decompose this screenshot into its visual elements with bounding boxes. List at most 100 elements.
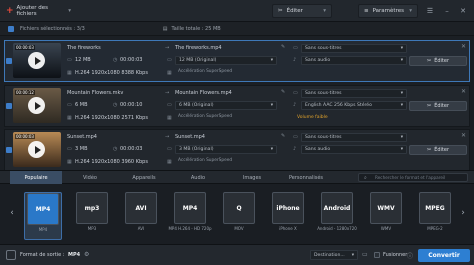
edit-file-button[interactable]: ✂ Éditer [409,101,467,111]
play-icon[interactable] [28,52,45,69]
tab-4[interactable]: Images [226,171,278,184]
file-icon: ▭ [167,57,172,63]
close-icon[interactable]: ✕ [461,88,466,95]
close-icon[interactable]: ✕ [461,43,466,50]
output-size-dropdown[interactable]: 6 MB (Original) ▾ [175,101,277,110]
tab-3[interactable]: Audio [172,171,224,184]
video-thumbnail[interactable]: 00:00:12 [13,88,61,123]
minimize-icon[interactable]: – [441,5,453,17]
settings-toolbar-button[interactable]: ≡ Paramètres ▾ [358,4,418,18]
close-icon[interactable]: ✕ [457,5,469,17]
destination-dropdown[interactable]: Destination... ▾ [310,250,358,260]
format-item[interactable]: MP4 MP4 [24,192,62,240]
file-checkbox[interactable] [6,147,12,153]
chevron-down-icon: ▾ [400,46,403,51]
format-item[interactable]: WMV WMV [367,192,405,240]
format-icon: MP4 [174,192,206,224]
pencil-icon[interactable]: ✎ [281,44,285,50]
convert-button[interactable]: Convertir [418,249,470,262]
output-file-name[interactable]: Sunset.mp4 [175,134,205,140]
subtitles-dropdown[interactable]: Sans sous-titres ▾ [301,133,407,142]
play-icon[interactable] [28,141,45,158]
merge-checkbox[interactable] [374,252,380,258]
source-duration: 00:00:03 [120,57,143,63]
film-icon: ▦ [167,159,172,165]
subtitles-dropdown[interactable]: Sans sous-titres ▾ [301,89,407,98]
chevron-down-icon: ▾ [323,8,326,14]
output-file-name[interactable]: Mountain Flowers.mp4 [175,90,232,96]
subtitles-icon: ▭ [293,45,298,51]
format-search-input[interactable]: ⌕ Rechercher le format et l'appareil [358,173,468,182]
format-label: MP4 H.264 - HD 720p [168,226,212,231]
thumbnail-duration: 00:00:12 [15,90,35,95]
edit-toolbar-button[interactable]: ✂ Éditer ▾ [272,4,332,18]
subtitles-icon: ▭ [293,134,298,140]
output-size-dropdown[interactable]: 3 MB (Original) ▾ [175,145,277,154]
scroll-left-icon[interactable]: ‹ [8,206,16,220]
arrow-right-icon: → [165,45,170,51]
output-format-icon [6,250,16,260]
select-all-checkbox[interactable] [8,25,14,32]
menu-icon[interactable]: ☰ [424,5,436,17]
audio-dropdown[interactable]: Sans audio ▾ [301,56,407,65]
video-thumbnail[interactable]: 00:00:03 [13,132,61,167]
source-info: H.264 1920x1080 2571 Kbps [75,115,148,121]
format-item[interactable]: AVI AVI [122,192,160,240]
format-item[interactable]: Android Android - 1280x720 [317,192,357,240]
film-icon: ▦ [67,159,72,165]
folder-open-icon[interactable]: ▭ [362,251,368,258]
format-icon: mp3 [76,192,108,224]
format-label: AVI [137,226,145,231]
file-checkbox[interactable] [6,103,12,109]
tab-0[interactable]: Populaire [10,171,62,184]
chevron-down-icon: ▾ [400,58,403,63]
low-volume-warning[interactable]: Volume faible [297,115,328,120]
file-row[interactable]: 00:00:12 Mountain Flowers.mkv ▭ 6 MB ◷ 0… [4,85,470,127]
scroll-right-icon[interactable]: › [459,206,467,220]
format-item[interactable]: iPhone iPhone X [269,192,307,240]
info-icon[interactable]: ⓘ [407,251,413,260]
thumbnail-duration: 00:00:03 [15,134,35,139]
file-row[interactable]: 00:00:03 The fireworks ▭ 12 MB ◷ 00:00:0… [4,40,470,82]
gear-icon[interactable]: ⚙ [84,251,89,258]
tab-1[interactable]: Vidéo [64,171,116,184]
format-item[interactable]: MP4 MP4 H.264 - HD 720p [168,192,212,240]
clock-icon: ◷ [113,102,118,108]
output-file-name[interactable]: The fireworks.mp4 [175,45,222,51]
audio-dropdown[interactable]: Sans audio ▾ [301,145,407,154]
output-format-label: Format de sortie : [20,252,65,258]
audio-dropdown[interactable]: English AAC 256 Kbps Stéréo ▾ [301,101,407,110]
audio-icon: ♪ [293,146,297,152]
plus-icon: + [6,5,14,16]
output-size-dropdown[interactable]: 12 MB (Original) ▾ [175,56,277,65]
format-item[interactable]: mp3 MP3 [73,192,111,240]
subtitles-icon: ▭ [293,90,298,96]
video-thumbnail[interactable]: 00:00:03 [13,43,61,78]
output-format-value[interactable]: MP4 [68,252,80,258]
source-file-name: Sunset.mp4 [67,134,97,140]
file-row[interactable]: 00:00:03 Sunset.mp4 ▭ 3 MB ◷ 00:00:03 ▦ … [4,129,470,171]
thumbnail-duration: 00:00:03 [15,45,35,50]
close-icon[interactable]: ✕ [461,132,466,139]
tab-2[interactable]: Appareils [118,171,170,184]
format-item[interactable]: MPEG MPEG-2 [416,192,454,240]
play-icon[interactable] [28,97,45,114]
pencil-icon[interactable]: ✎ [281,89,285,95]
file-checkbox[interactable] [6,58,12,64]
format-item[interactable]: Q MOV [220,192,258,240]
tab-5[interactable]: Personnalisés [280,171,332,184]
edit-file-button[interactable]: ✂ Éditer [409,56,467,66]
audio-icon: ♪ [293,57,297,63]
source-duration: 00:00:10 [120,102,143,108]
pencil-icon[interactable]: ✎ [281,133,285,139]
chevron-down-icon: ▾ [400,135,403,140]
add-files-button[interactable]: + Ajouter des fichiers ▾ [3,4,71,18]
file-icon: ▭ [67,57,72,63]
chevron-down-icon: ▾ [400,103,403,108]
summary-bar: Fichiers sélectionnés : 3/3 ▤ Taille tot… [0,22,474,36]
format-icon: WMV [370,192,402,224]
film-icon: ▦ [67,115,72,121]
edit-file-button[interactable]: ✂ Éditer [409,145,467,155]
subtitles-dropdown[interactable]: Sans sous-titres ▾ [301,44,407,53]
scissors-icon: ✂ [426,147,432,153]
